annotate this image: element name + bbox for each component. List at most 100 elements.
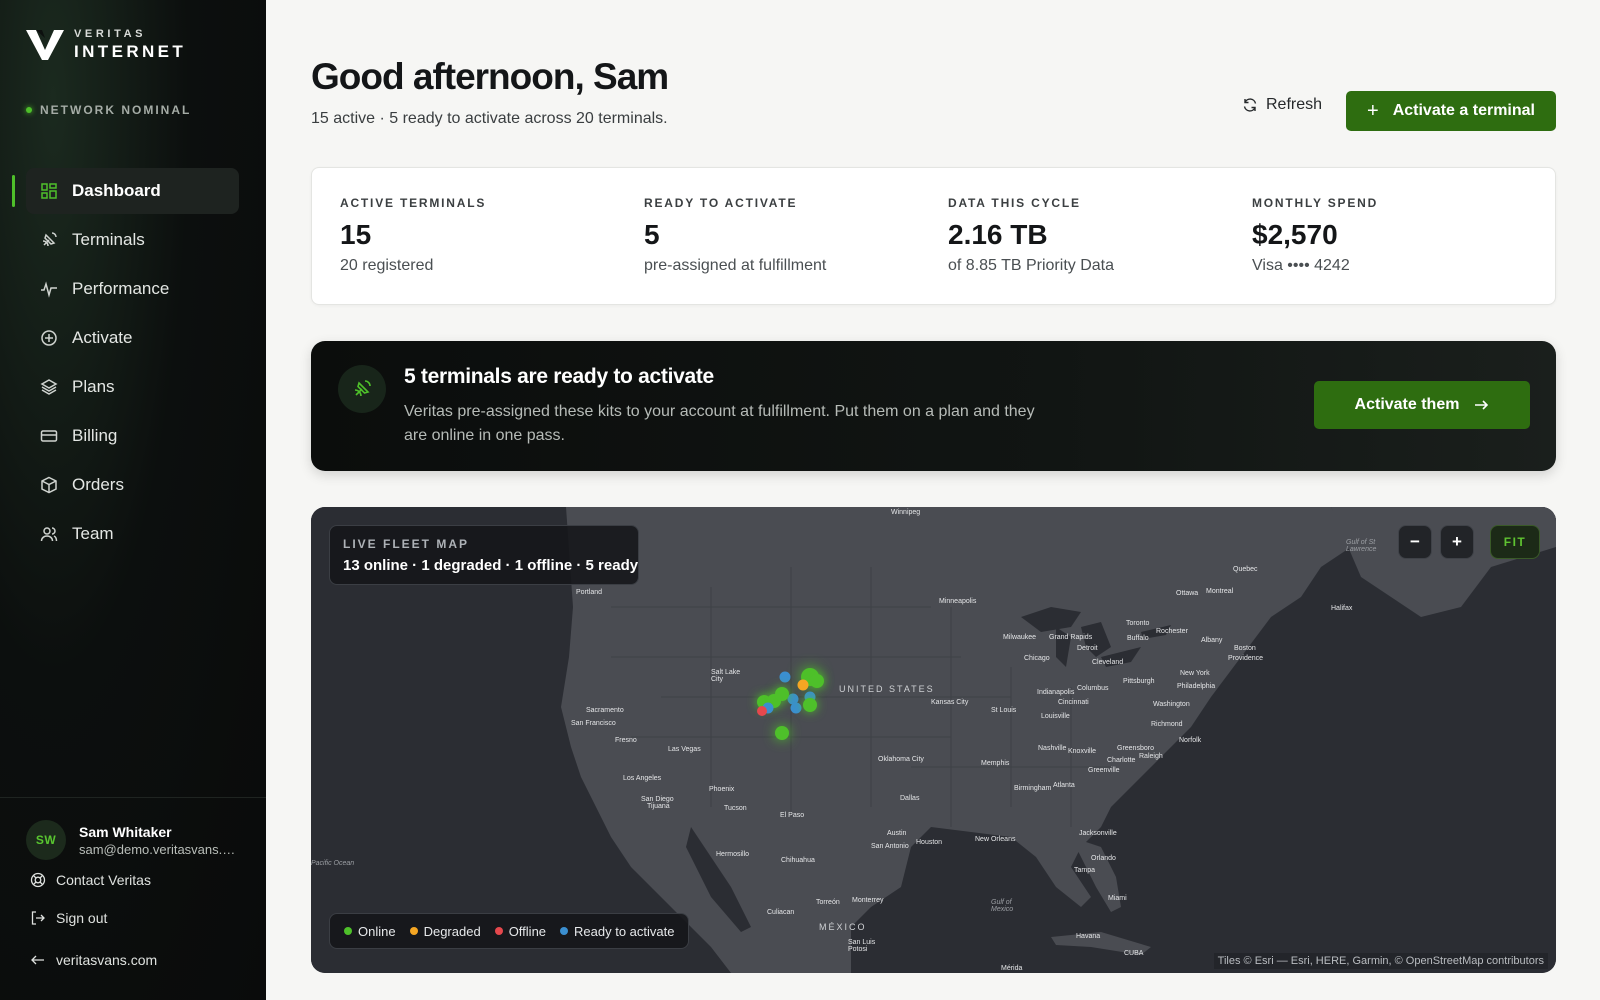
map-label-culiacan: Culiacan [767, 909, 795, 916]
stat-sub: of 8.85 TB Priority Data [948, 257, 1114, 274]
map-label-torreon: Torreón [816, 899, 840, 906]
map-label-austin: Austin [887, 830, 907, 837]
map-label-washington: Washington [1153, 701, 1190, 708]
ready-to-activate-banner: 5 terminals are ready to activate Verita… [311, 341, 1556, 471]
brand-name-top: VERITAS [74, 28, 147, 40]
map-label-chicago: Chicago [1024, 655, 1050, 662]
fleet-map[interactable]: Winnipeg Portland Minneapolis Ottawa Mon… [311, 507, 1556, 973]
map-label-oklahoma-city: Oklahoma City [878, 756, 924, 763]
plus-icon: + [1367, 100, 1379, 122]
credit-card-icon [40, 427, 58, 445]
legend-item-offline: Offline [494, 924, 546, 939]
nav-item-plans[interactable]: Plans [26, 364, 239, 410]
zoom-in-button[interactable]: + [1440, 525, 1474, 559]
nav-label: Billing [72, 426, 118, 445]
map-label-columbus: Columbus [1077, 685, 1109, 692]
nav-label: Activate [72, 328, 133, 347]
user-name: Sam Whitaker [79, 823, 172, 840]
status-dot-icon [26, 107, 32, 113]
user-email: sam@demo.veritasvans.com [79, 841, 241, 857]
map-label-tucson: Tucson [724, 805, 747, 812]
stat-active-terminals: ACTIVE TERMINALS 15 20 registered [340, 196, 486, 275]
map-label-tampa: Tampa [1074, 867, 1096, 874]
legend-label: Degraded [423, 923, 481, 939]
nav-label: Dashboard [72, 181, 161, 200]
map-label-birmingham: Birmingham [1014, 785, 1052, 792]
marker-ready[interactable] [779, 671, 791, 683]
marker-degraded[interactable] [797, 679, 809, 691]
map-label-greenville: Greenville [1088, 767, 1120, 774]
brand-logo[interactable]: VERITAS INTERNET [26, 28, 186, 62]
map-label-detroit: Detroit [1077, 645, 1098, 652]
map-label-grand-rapids: Grand Rapids [1049, 634, 1093, 641]
map-label-san-luis-potosi: San Luis Potosi [848, 939, 876, 953]
map-label-atlanta: Atlanta [1053, 782, 1075, 789]
map-label-havana: Havana [1076, 933, 1101, 940]
refresh-button[interactable]: Refresh [1242, 96, 1322, 114]
map-label-dallas: Dallas [900, 795, 920, 802]
activate-them-button[interactable]: Activate them [1314, 381, 1530, 429]
map-label-san-diego: San Diego [641, 796, 674, 803]
stat-label: MONTHLY SPEND [1252, 196, 1379, 210]
nav-label: Team [72, 524, 114, 543]
grid-icon [40, 182, 58, 200]
map-label-san-francisco: San Francisco [571, 720, 616, 727]
fit-button[interactable]: FIT [1490, 525, 1540, 559]
map-label-cleveland: Cleveland [1092, 659, 1124, 666]
activate-terminal-button[interactable]: + Activate a terminal [1346, 91, 1556, 131]
map-label-pacific-ocean: Pacific Ocean [311, 860, 355, 867]
map-label-cincinnati: Cincinnati [1058, 699, 1089, 706]
map-label-montreal: Montreal [1206, 588, 1234, 595]
marker-online[interactable] [803, 698, 817, 712]
sign-out-label: Sign out [56, 910, 108, 926]
website-link[interactable]: veritasvans.com [30, 952, 157, 968]
map-label-st-louis: St Louis [991, 707, 1017, 714]
map-label-greensboro: Greensboro [1117, 745, 1154, 752]
legend-item-degraded: Degraded [409, 923, 481, 939]
stat-monthly-spend: MONTHLY SPEND $2,570 Visa •••• 4242 [1252, 196, 1378, 275]
map-label-portland: Portland [576, 589, 603, 596]
map-label-tijuana: Tijuana [647, 803, 670, 810]
network-status-label: NETWORK NOMINAL [40, 103, 192, 117]
map-label-houston: Houston [916, 839, 943, 846]
offline-dot-icon [494, 927, 503, 935]
map-label-louisville: Louisville [1041, 713, 1070, 720]
map-label-kansas-city: Kansas City [931, 699, 969, 706]
legend-item-online: Online [344, 924, 396, 939]
map-label-san-antonio: San Antonio [871, 843, 909, 850]
map-label-merida: Mérida [1001, 965, 1023, 972]
marker-online[interactable] [810, 674, 824, 688]
brand-name-bottom: INTERNET [74, 42, 187, 61]
stat-label: DATA THIS CYCLE [948, 196, 1081, 210]
sign-out-link[interactable]: Sign out [30, 910, 107, 926]
nav-item-billing[interactable]: Billing [26, 413, 239, 459]
nav-item-orders[interactable]: Orders [26, 462, 239, 508]
map-label-las-vegas: Las Vegas [668, 746, 701, 753]
map-label-albany: Albany [1201, 637, 1223, 644]
zoom-out-button[interactable]: − [1398, 525, 1432, 559]
user-profile[interactable]: SW Sam Whitaker sam@demo.veritasvans.com [26, 820, 241, 860]
nav-item-dashboard[interactable]: Dashboard [12, 168, 239, 214]
map-label-providence: Providence [1228, 655, 1264, 662]
refresh-label: Refresh [1266, 96, 1323, 113]
marker-offline[interactable] [757, 706, 767, 716]
satellite-signal-icon [354, 380, 371, 397]
ready-dot-icon [560, 927, 569, 935]
refresh-icon [1243, 98, 1257, 112]
map-label-miami: Miami [1108, 895, 1127, 902]
map-label-knoxville: Knoxville [1068, 748, 1097, 755]
stat-sub: 20 registered [340, 257, 434, 274]
nav-item-activate[interactable]: Activate [26, 315, 239, 361]
nav-item-team[interactable]: Team [26, 511, 239, 557]
activity-icon [40, 280, 58, 298]
marker-online[interactable] [775, 726, 789, 740]
marker-ready[interactable] [790, 702, 802, 714]
map-label-pittsburgh: Pittsburgh [1123, 678, 1155, 685]
contact-veritas-link[interactable]: Contact Veritas [30, 872, 151, 888]
nav-item-performance[interactable]: Performance [26, 266, 239, 312]
map-label-winnipeg: Winnipeg [891, 509, 921, 516]
marker-online[interactable] [775, 687, 789, 701]
nav-item-terminals[interactable]: Terminals [26, 217, 239, 263]
map-label-new-york: New York [1180, 670, 1210, 677]
stat-value: 5 [644, 219, 660, 250]
